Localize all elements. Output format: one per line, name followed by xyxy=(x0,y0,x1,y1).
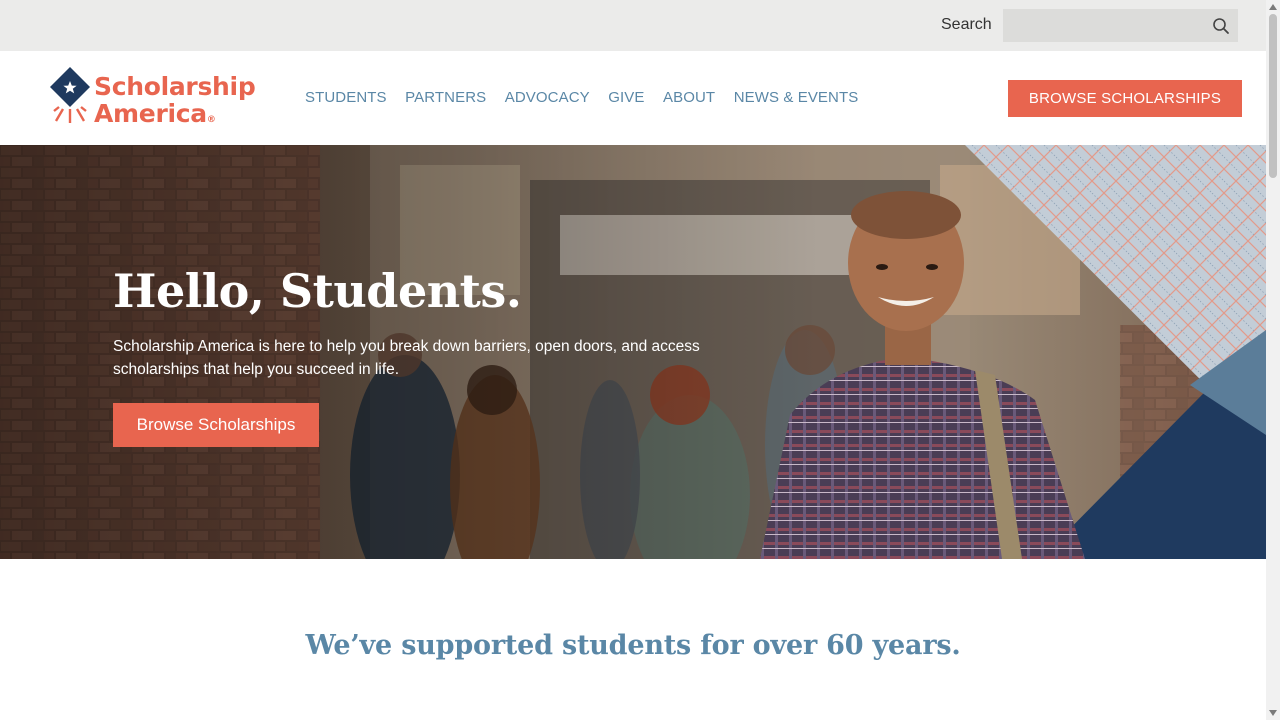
logo-line1: Scholarship xyxy=(94,72,256,101)
nav-item-advocacy[interactable]: ADVOCACY xyxy=(505,89,590,106)
hero-browse-scholarships-button[interactable]: Browse Scholarships xyxy=(113,403,319,447)
logo-line2: America xyxy=(94,99,207,128)
search-input[interactable] xyxy=(1011,9,1201,42)
main-nav: STUDENTS PARTNERS ADVOCACY GIVE ABOUT NE… xyxy=(305,89,877,106)
site-header: Scholarship America® STUDENTS PARTNERS A… xyxy=(0,51,1266,145)
nav-item-news-events[interactable]: NEWS & EVENTS xyxy=(734,89,859,106)
scroll-up-arrow-icon[interactable] xyxy=(1266,0,1280,14)
hero-banner: Hello, Students. Scholarship America is … xyxy=(0,145,1266,559)
search-label: Search xyxy=(941,16,992,33)
search-icon xyxy=(1213,17,1229,34)
logo-registered-mark: ® xyxy=(206,115,216,125)
nav-item-partners[interactable]: PARTNERS xyxy=(405,89,486,106)
utility-bar: Search xyxy=(0,0,1266,51)
browse-scholarships-button[interactable]: BROWSE SCHOLARSHIPS xyxy=(1008,80,1242,117)
search-box xyxy=(1003,9,1238,42)
section-heading: We’ve supported students for over 60 yea… xyxy=(305,630,961,661)
nav-item-give[interactable]: GIVE xyxy=(608,89,644,106)
nav-item-about[interactable]: ABOUT xyxy=(663,89,715,106)
hero-subtitle: Scholarship America is here to help you … xyxy=(113,338,700,378)
page-scrollbar[interactable] xyxy=(1266,0,1280,720)
logo-emblem-icon xyxy=(50,67,90,123)
scroll-thumb[interactable] xyxy=(1269,14,1277,178)
search-button[interactable] xyxy=(1204,9,1238,42)
scroll-down-arrow-icon[interactable] xyxy=(1266,706,1280,720)
logo[interactable]: Scholarship America® xyxy=(48,65,268,129)
hero-title: Hello, Students. xyxy=(113,264,522,318)
nav-item-students[interactable]: STUDENTS xyxy=(305,89,387,106)
logo-wordmark: Scholarship America® xyxy=(94,72,256,134)
